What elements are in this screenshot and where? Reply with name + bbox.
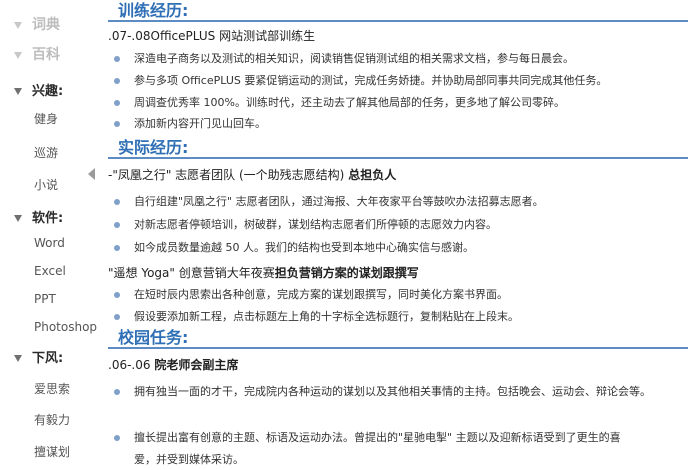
- sidebar-item: 健身: [34, 112, 59, 126]
- section-title-campus: 校园任务:: [118, 328, 189, 347]
- list-item: 参与多项 OfficePLUS 要紧促销运动的测试，完成任务娇捷。并协助局部同事…: [114, 72, 607, 88]
- sidebar-group-software[interactable]: 软件:: [14, 207, 63, 226]
- chevron-down-icon: [14, 88, 22, 95]
- sidebar-item: Photoshop: [34, 320, 98, 334]
- section-divider: [108, 157, 688, 159]
- list-item: 擅长提出富有创意的主题、标语及运动办法。曾提出的"星驰电掣" 主题以及迎新标语受…: [114, 429, 621, 445]
- sidebar-item: 擅谋划: [34, 445, 71, 459]
- bullet-icon: [114, 389, 120, 395]
- bullet-icon: [114, 292, 120, 298]
- chevron-down-icon: [14, 51, 22, 59]
- practice-subhead-2: "遥想 Yoga" 创意营销大年夜赛担负营销方案的谋划跟撰写: [108, 266, 419, 280]
- sidebar-faint-item[interactable]: 百科: [14, 44, 60, 64]
- section-divider: [108, 20, 688, 22]
- bullet-icon: [114, 100, 120, 106]
- sidebar-item: 有毅力: [34, 413, 71, 427]
- section-title-training: 训练经历:: [118, 1, 189, 20]
- list-item: 拥有独当一面的才干，完成院内各种运动的谋划以及其他相关事情的主持。包括晚会、运动…: [114, 383, 651, 399]
- sidebar-item: 小说: [34, 178, 59, 192]
- bullet-icon: [114, 78, 120, 84]
- list-item: 对新志愿者停顿培训，树破群，谋划结构志愿者们所停顿的志愿效力内容。: [114, 216, 497, 232]
- list-item: 深造电子商务以及测试的相关知识，阅读销售促销测试组的相关需求文档，参与每日晨会。: [114, 50, 574, 66]
- sidebar-item: PPT: [34, 292, 56, 306]
- sidebar-group-strengths[interactable]: 下风:: [14, 347, 63, 366]
- bullet-icon: [114, 245, 120, 251]
- sidebar-item: Word: [34, 236, 65, 250]
- chevron-down-icon: [14, 355, 22, 362]
- training-subhead: .07-.08OfficePLUS 网站测试部训练生: [108, 29, 316, 43]
- sidebar-item: 爱思索: [34, 382, 71, 396]
- sidebar-group-interests[interactable]: 兴趣:: [14, 80, 63, 99]
- chevron-down-icon: [14, 21, 22, 29]
- list-item: 假设要添加新工程，点击标题左上角的十字标全选标题行，复制粘贴在上段末。: [114, 308, 519, 324]
- bullet-icon: [114, 435, 120, 441]
- bullet-icon: [114, 121, 120, 127]
- list-item: 添加新内容开门见山回车。: [114, 115, 266, 131]
- list-item: 在短时辰内思索出各种创意，完成方案的谋划跟撰写，同时美化方案书界面。: [114, 286, 508, 302]
- list-item-continuation: 爱，并受到媒体采访。: [134, 453, 244, 466]
- bullet-icon: [114, 314, 120, 320]
- section-divider: [108, 347, 688, 349]
- bullet-icon: [114, 56, 120, 62]
- list-item: 自行组建"凤凰之行" 志愿者团队，通过海报、大年夜家平台等鼓吹办法招募志愿者。: [114, 193, 544, 209]
- bullet-icon: [114, 199, 120, 205]
- collapse-arrow-icon[interactable]: [88, 168, 95, 180]
- sidebar-faint-item[interactable]: 词典: [14, 14, 60, 34]
- sidebar-item: Excel: [34, 264, 66, 278]
- resume-content: 训练经历: .07-.08OfficePLUS 网站测试部训练生 深造电子商务以…: [100, 0, 696, 470]
- practice-subhead-1: -"凤凰之行" 志愿者团队 (一个助残志愿结构) 总担负人: [108, 168, 397, 182]
- list-item: 如今成员数量逾越 50 人。我们的结构也受到本地中心确实信与感谢。: [114, 239, 474, 255]
- section-title-practice: 实际经历:: [118, 138, 189, 157]
- bullet-icon: [114, 222, 120, 228]
- campus-subhead: .06-.06 院老师会副主席: [108, 358, 239, 372]
- list-item: 周调查优秀率 100%。训练时代，还主动去了解其他局部的任务，更多地了解公司零碎…: [114, 94, 565, 110]
- chevron-down-icon: [14, 215, 22, 222]
- sidebar: 词典 百科 兴趣: 健身 巡游 小说 软件: Word Excel PPT Ph…: [0, 0, 98, 470]
- sidebar-item: 巡游: [34, 146, 59, 160]
